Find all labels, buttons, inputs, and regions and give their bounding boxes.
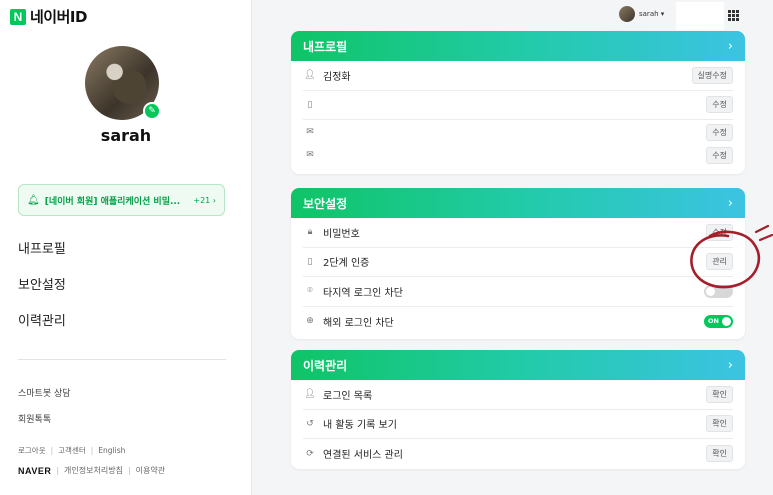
toggle-knob (706, 286, 715, 296)
shield-phone-icon: ▯ (307, 256, 313, 267)
naver-wordmark[interactable]: NAVER (18, 466, 51, 476)
view-login-list-button[interactable]: 확인 (706, 385, 733, 403)
edit-name-button[interactable]: 실명수정 (691, 66, 733, 84)
notice-banner[interactable]: 🔔︎ [네이버 회원] 애플리케이션 비밀... +21 › (18, 184, 225, 216)
toggle-text: ON (708, 317, 719, 326)
row-label: 연결된 서비스 관리 (323, 450, 403, 462)
pencil-icon[interactable]: ✎ (143, 102, 161, 120)
row-label: 비밀번호 (323, 228, 360, 240)
top-username: sarah ▾ (639, 10, 665, 18)
chevron-right-icon: › (727, 357, 733, 373)
security-card: 보안설정 › 🔒︎ 비밀번호 수정 ▯ 2단계 인증 관리 ⌾ 타지역 로그인 … (291, 188, 745, 339)
person-list-icon: 👤︎ (304, 389, 316, 400)
apps-grid-icon[interactable] (728, 10, 739, 21)
manage-2fa-button[interactable]: 관리 (706, 253, 733, 271)
profile-row-name: 👤︎ 김정화 실명수정 (303, 61, 733, 91)
history-card-header[interactable]: 이력관리 › (291, 350, 745, 380)
history-row-activity: ↺ 내 활동 기록 보기 확인 (303, 410, 733, 439)
logout-link[interactable]: 로그아웃 (18, 445, 46, 456)
notice-message: [네이버 회원] 애플리케이션 비밀... (44, 196, 181, 207)
footer-brand-links: NAVER | 개인정보처리방침 | 이용약관 (18, 465, 165, 476)
chevron-right-icon: › (727, 195, 733, 211)
naver-n-icon: N (10, 8, 26, 25)
history-icon: ↺ (306, 418, 314, 429)
history-row-services: ⟳ 연결된 서비스 관리 확인 (303, 439, 733, 469)
edit-email2-button[interactable]: 수정 (706, 146, 733, 164)
person-icon: 👤︎ (304, 70, 316, 81)
security-row-overseas-block: ⊕ 해외 로그인 차단 ON (303, 307, 733, 337)
privacy-policy-link[interactable]: 개인정보처리방침 (64, 465, 123, 476)
refresh-icon: ⟳ (306, 448, 314, 459)
chevron-right-icon: › (727, 38, 733, 54)
sidebar-item-history[interactable]: 이력관리 (18, 312, 66, 348)
sidebar-menu: 내프로필 보안설정 이력관리 (18, 240, 66, 348)
footer-separator: | (90, 446, 94, 455)
english-link[interactable]: English (98, 446, 125, 455)
mail-icon: ✉ (306, 150, 314, 160)
terms-link[interactable]: 이용약관 (136, 465, 165, 476)
smartbot-link[interactable]: 스마트봇 상담 (18, 386, 71, 412)
redacted-area (676, 2, 724, 30)
security-card-title: 보안설정 (303, 196, 348, 211)
footer-separator: | (56, 466, 60, 475)
sidebar-item-profile[interactable]: 내프로필 (18, 240, 66, 276)
bell-icon: 🔔︎ (27, 194, 40, 206)
sidebar-item-security[interactable]: 보안설정 (18, 276, 66, 312)
profile-row-email2: ✉ 수정 (303, 144, 733, 166)
naver-id-logo[interactable]: N 네이버ID (10, 6, 87, 27)
security-row-2fa: ▯ 2단계 인증 관리 (303, 248, 733, 277)
row-label: 타지역 로그인 차단 (323, 287, 403, 299)
member-talk-link[interactable]: 회원톡톡 (18, 412, 71, 438)
row-label: 로그인 목록 (323, 390, 373, 402)
sidebar-sub-links: 스마트봇 상담 회원톡톡 (18, 386, 71, 438)
top-user-menu[interactable]: sarah ▾ (619, 6, 664, 22)
row-label: 2단계 인증 (323, 258, 370, 270)
history-card-title: 이력관리 (303, 358, 348, 373)
profile-avatar[interactable]: ✎ (85, 46, 161, 122)
edit-email-button[interactable]: 수정 (706, 123, 733, 141)
security-card-header[interactable]: 보안설정 › (291, 188, 745, 218)
mail-icon: ✉ (306, 127, 314, 137)
phone-icon: ▯ (307, 99, 313, 110)
row-label: 김정화 (323, 71, 351, 83)
security-row-password: 🔒︎ 비밀번호 수정 (303, 218, 733, 248)
sidebar: N 네이버ID ✎ sarah 🔔︎ [네이버 회원] 애플리케이션 비밀...… (0, 0, 252, 495)
profile-username: sarah (100, 126, 152, 145)
footer-separator: | (50, 446, 54, 455)
toggle-knob (722, 316, 731, 326)
view-activity-button[interactable]: 확인 (706, 415, 733, 433)
edit-phone-button[interactable]: 수정 (706, 96, 733, 114)
customer-center-link[interactable]: 고객센터 (58, 445, 86, 456)
history-card: 이력관리 › 👤︎ 로그인 목록 확인 ↺ 내 활동 기록 보기 확인 ⟳ 연결… (291, 350, 745, 469)
profile-card-header[interactable]: 내프로필 › (291, 31, 745, 61)
profile-row-email: ✉ 수정 (303, 120, 733, 144)
row-label: 내 활동 기록 보기 (323, 420, 397, 432)
top-avatar (619, 6, 635, 22)
view-services-button[interactable]: 확인 (706, 445, 733, 463)
overseas-block-toggle[interactable]: ON (704, 314, 733, 328)
notice-count: +21 › (193, 195, 216, 205)
security-row-region-block: ⌾ 타지역 로그인 차단 (303, 277, 733, 307)
edit-password-button[interactable]: 수정 (706, 223, 733, 241)
profile-card-title: 내프로필 (303, 39, 348, 54)
globe-icon: ⊕ (306, 316, 314, 327)
logo-text: 네이버ID (30, 8, 87, 26)
profile-card: 내프로필 › 👤︎ 김정화 실명수정 ▯ 수정 ✉ 수정 ✉ 수정 (291, 31, 745, 174)
history-row-login-list: 👤︎ 로그인 목록 확인 (303, 380, 733, 410)
sidebar-divider (18, 359, 226, 360)
lock-icon: 🔒︎ (307, 227, 313, 238)
region-block-toggle[interactable] (704, 284, 733, 298)
footer-links: 로그아웃 | 고객센터 | English (18, 445, 125, 456)
profile-row-phone: ▯ 수정 (303, 91, 733, 120)
location-icon: ⌾ (307, 286, 313, 297)
footer-separator: | (127, 466, 131, 475)
row-label: 해외 로그인 차단 (323, 317, 394, 329)
